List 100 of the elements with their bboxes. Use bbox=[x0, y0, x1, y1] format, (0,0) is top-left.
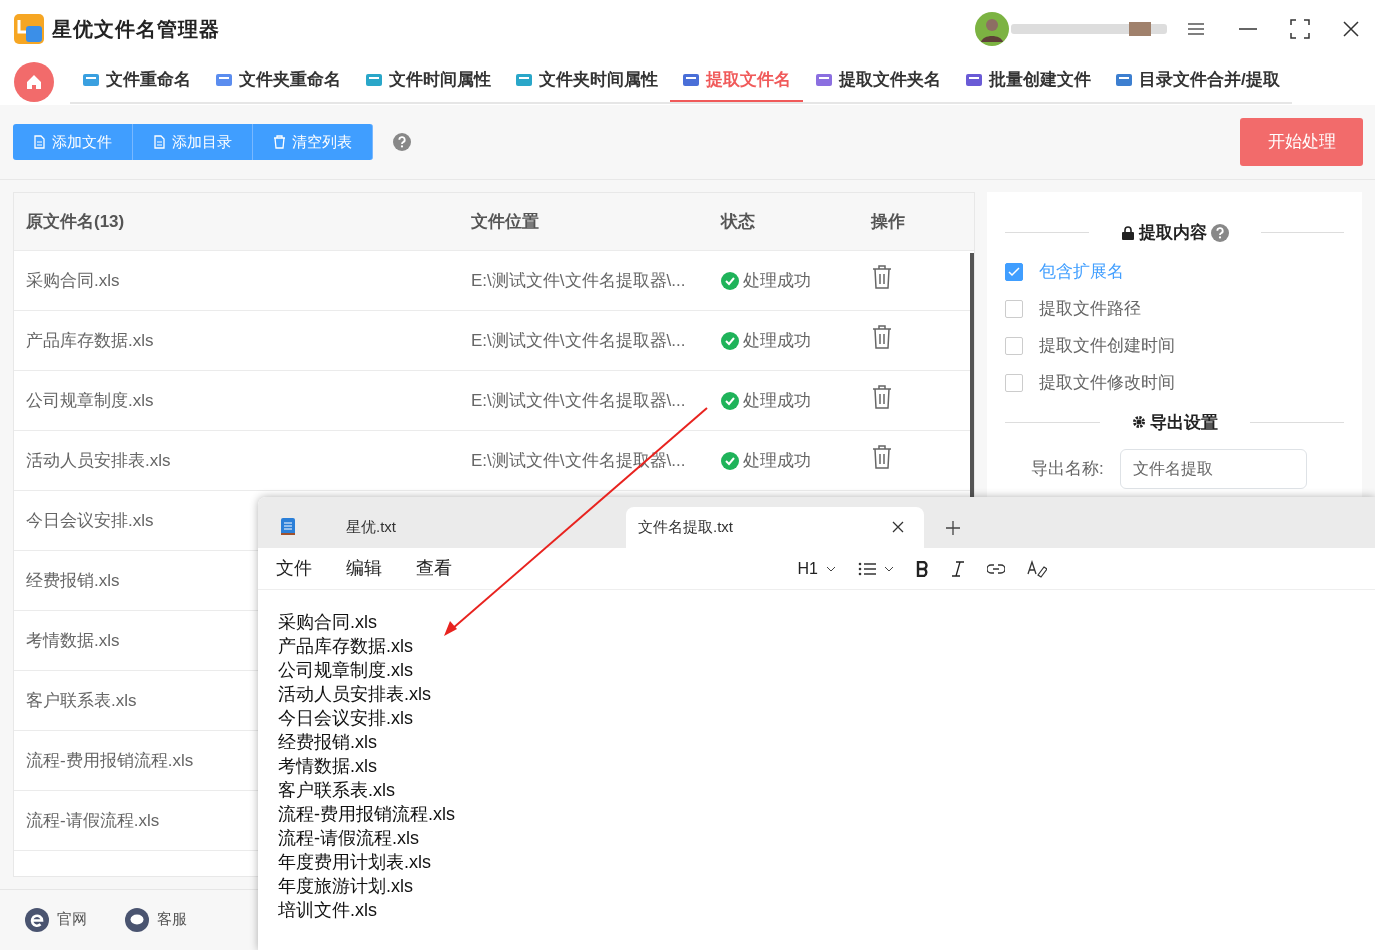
table-cell: 今日会议安排.xls bbox=[26, 510, 154, 530]
nav-tab[interactable]: 文件重命名 bbox=[70, 59, 203, 102]
text-line: 活动人员安排表.xls bbox=[278, 683, 432, 706]
text-line: 经费报销.xls bbox=[278, 731, 378, 754]
file-icon bbox=[682, 71, 700, 88]
text-line: 流程-请假流程.xls bbox=[278, 827, 420, 850]
status-text: 处理成功 bbox=[743, 269, 811, 292]
text-line: 年度旅游计划.xls bbox=[278, 875, 414, 898]
chat-icon bbox=[125, 907, 149, 932]
close-icon[interactable] bbox=[892, 521, 904, 533]
check-icon bbox=[1008, 267, 1020, 277]
text-area[interactable]: 采购合同.xls 产品库存数据.xls 公司规章制度.xls 活动人员安排表.xls 今日会议安排.xls 经费报销.xls 考情数据.xls 客户联系表.xls 流程-费用报销流程.xls 流程-请假流程.xls 年度费用计划表.xls 年度旅游计划.xls 培训文件.xls bbox=[258, 590, 1375, 942]
help-icon[interactable] bbox=[1210, 223, 1229, 242]
check-circle-icon bbox=[721, 451, 739, 470]
text-line: 考情数据.xls bbox=[278, 755, 378, 778]
trash-icon[interactable] bbox=[871, 324, 893, 349]
column-header: 状态 bbox=[719, 210, 756, 233]
table-cell: 活动人员安排表.xls bbox=[26, 450, 171, 470]
chevron-icon bbox=[884, 565, 894, 572]
nav-tab[interactable]: 提取文件夹名 bbox=[803, 59, 953, 102]
menu-item[interactable]: 文件 bbox=[276, 555, 312, 582]
avatar-icon[interactable] bbox=[975, 12, 1009, 46]
text-line: 流程-费用报销流程.xls bbox=[278, 803, 456, 826]
table-cell: E:\测试文件\文件名提取器\... bbox=[471, 330, 686, 350]
option-label: 提取文件路径 bbox=[1039, 298, 1141, 321]
notepad-icon bbox=[280, 516, 296, 536]
footer-link[interactable]: 官网 bbox=[25, 907, 87, 932]
table-cell: E:\测试文件\文件名提取器\... bbox=[471, 390, 686, 410]
nav-tab[interactable]: 目录文件合并/提取 bbox=[1103, 59, 1292, 102]
checkbox[interactable] bbox=[1005, 374, 1023, 392]
link-icon[interactable] bbox=[987, 563, 1005, 574]
checkbox[interactable] bbox=[1005, 263, 1023, 281]
trash-icon[interactable] bbox=[871, 444, 893, 469]
option-label: 提取文件创建时间 bbox=[1039, 335, 1175, 358]
field-label: 导出名称: bbox=[1031, 458, 1104, 481]
text-line: 公司规章制度.xls bbox=[278, 659, 414, 682]
check-circle-icon bbox=[721, 331, 739, 350]
option-label: 包含扩展名 bbox=[1039, 261, 1124, 284]
table-cell: 公司规章制度.xls bbox=[26, 390, 154, 410]
trash-icon bbox=[273, 135, 286, 149]
document-icon bbox=[153, 135, 166, 149]
home-icon bbox=[25, 72, 43, 91]
home-button[interactable] bbox=[14, 61, 54, 102]
menu-item[interactable]: 查看 bbox=[416, 555, 452, 582]
text-line: 产品库存数据.xls bbox=[278, 635, 414, 658]
app-logo-icon bbox=[14, 14, 44, 44]
nav-tab[interactable]: 批量创建文件 bbox=[953, 59, 1103, 102]
menu-icon[interactable] bbox=[1185, 20, 1207, 38]
checkbox[interactable] bbox=[1005, 300, 1023, 318]
export-name-field[interactable]: 文件名提取 bbox=[1119, 449, 1307, 489]
table-cell: 考情数据.xls bbox=[26, 630, 120, 650]
status-text: 处理成功 bbox=[743, 329, 811, 352]
chevron-icon bbox=[826, 565, 836, 572]
file-tab[interactable]: 星优.txt bbox=[296, 507, 626, 548]
file-icon bbox=[815, 71, 833, 88]
option-label: 提取文件修改时间 bbox=[1039, 372, 1175, 395]
footer-link[interactable]: 客服 bbox=[125, 907, 187, 932]
file-icon bbox=[515, 71, 533, 88]
heading-dropdown[interactable]: H1 bbox=[797, 556, 836, 581]
help-icon[interactable] bbox=[393, 133, 411, 151]
list-dropdown[interactable] bbox=[858, 561, 894, 576]
table-cell: 经费报销.xls bbox=[26, 570, 120, 590]
italic-icon[interactable] bbox=[951, 560, 965, 577]
app-title: 星优文件名管理器 bbox=[52, 17, 220, 42]
file-icon bbox=[365, 71, 383, 88]
table-cell: 流程-费用报销流程.xls bbox=[26, 750, 194, 770]
nav-tab[interactable]: 文件夹时间属性 bbox=[503, 59, 670, 102]
status-text: 处理成功 bbox=[743, 449, 811, 472]
file-icon bbox=[1115, 71, 1133, 88]
section-title: 导出设置 bbox=[1149, 411, 1218, 434]
table-cell: 流程-请假流程.xls bbox=[26, 810, 160, 830]
menu-item[interactable]: 编辑 bbox=[346, 555, 382, 582]
text-line: 今日会议安排.xls bbox=[278, 707, 414, 730]
check-circle-icon bbox=[721, 391, 739, 410]
table-cell: 产品库存数据.xls bbox=[26, 330, 154, 350]
trash-icon[interactable] bbox=[871, 384, 893, 409]
document-icon bbox=[33, 135, 46, 149]
file-icon bbox=[82, 71, 100, 88]
maximize-icon[interactable] bbox=[1289, 18, 1311, 40]
file-tab[interactable]: 文件名提取.txt bbox=[626, 507, 924, 548]
checkbox[interactable] bbox=[1005, 337, 1023, 355]
gear-icon bbox=[1131, 415, 1146, 430]
browser-icon bbox=[25, 907, 49, 932]
nav-tab[interactable]: 文件时间属性 bbox=[353, 59, 503, 102]
nav-tab[interactable]: 文件夹重命名 bbox=[203, 59, 353, 102]
trash-icon[interactable] bbox=[871, 264, 893, 289]
section-title: 提取内容 bbox=[1138, 222, 1207, 244]
text-line: 客户联系表.xls bbox=[278, 779, 396, 802]
status-text: 处理成功 bbox=[743, 389, 811, 412]
plus-icon[interactable] bbox=[946, 521, 960, 535]
text-line: 培训文件.xls bbox=[278, 899, 378, 922]
clear-format-icon[interactable] bbox=[1027, 559, 1047, 578]
bold-icon[interactable] bbox=[916, 560, 929, 577]
file-icon bbox=[215, 71, 233, 88]
text-line: 采购合同.xls bbox=[278, 611, 378, 634]
text-line: 年度费用计划表.xls bbox=[278, 851, 432, 874]
file-icon bbox=[965, 71, 983, 88]
check-circle-icon bbox=[721, 271, 739, 290]
close-icon[interactable] bbox=[1341, 19, 1361, 39]
table-cell: E:\测试文件\文件名提取器\... bbox=[471, 270, 686, 290]
